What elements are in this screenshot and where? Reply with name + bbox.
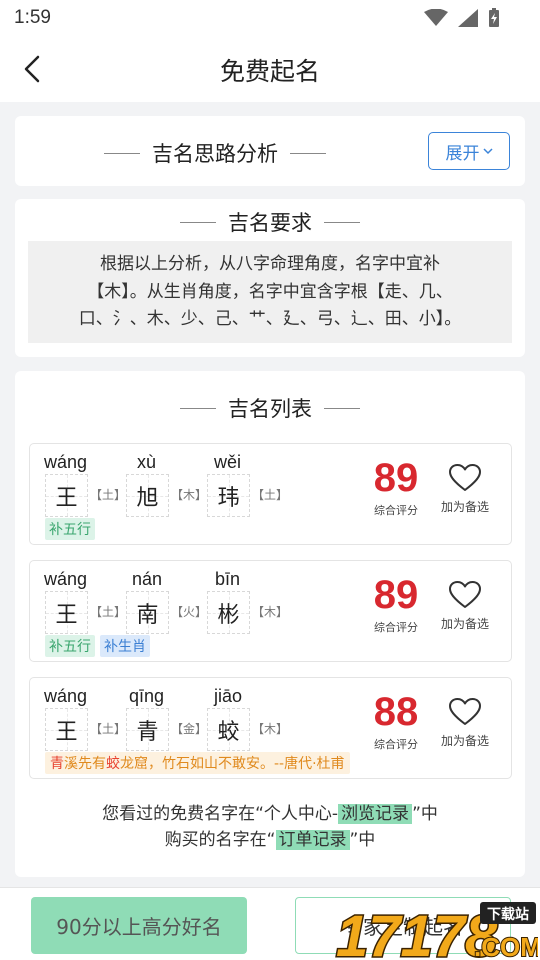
browse-record-link[interactable]: 浏览记录 (338, 804, 413, 824)
name-char: 王 (45, 474, 88, 517)
divider (104, 152, 140, 154)
name-char: 彬 (207, 591, 250, 634)
poem-highlight: 蛟 (106, 756, 120, 772)
name-char: 旭 (126, 474, 169, 517)
score: 89 (373, 573, 419, 617)
requirement-text: 根据以上分析，从八字命理角度，名字中宜补 【木】。从生肖角度，名字中宜含字根【走… (28, 241, 512, 343)
score-label: 综合评分 (374, 621, 418, 634)
poem-text: 龙窟，竹石如山不敢安。--唐代·杜甫 (120, 756, 345, 772)
score-label: 综合评分 (374, 738, 418, 751)
heart-icon (449, 464, 481, 491)
name-char: 南 (126, 591, 169, 634)
poem-text: 溪先有 (64, 756, 106, 772)
score-label: 综合评分 (374, 504, 418, 517)
score: 89 (373, 456, 419, 500)
order-record-link[interactable]: 订单记录 (275, 830, 350, 850)
divider (180, 221, 216, 223)
analysis-header: 吉名思路分析 (15, 138, 415, 168)
poem-highlight: 青 (50, 756, 64, 772)
pinyin: qīng (129, 686, 165, 706)
tag: 补生肖 (100, 635, 150, 657)
pinyin: jiāo (214, 686, 243, 706)
tag: 补五行 (45, 518, 95, 540)
pinyin: wěi (214, 452, 242, 472)
analysis-title: 吉名思路分析 (152, 142, 278, 166)
notice-text: 您看过的免费名字在“个人中心- (102, 804, 339, 824)
order-record-notice: 购买的名字在“ 订单记录 ”中 (15, 825, 525, 850)
high-score-names-button[interactable]: 90分以上高分好名 (31, 897, 247, 954)
tag: 补五行 (45, 635, 95, 657)
requirement-header: 吉名要求 (15, 207, 525, 237)
five-element: 【土】 (90, 488, 127, 502)
five-element: 【木】 (252, 605, 289, 619)
pinyin: nán (132, 569, 163, 589)
divider (290, 152, 326, 154)
browse-record-notice: 您看过的免费名字在“个人中心- 浏览记录 ”中 (15, 799, 525, 824)
fav-label: 加为备选 (440, 734, 489, 748)
name-char: 王 (45, 708, 88, 751)
notice-text: ”中 (412, 804, 438, 824)
tag-group: 青溪先有蛟龙窟，竹石如山不敢安。--唐代·杜甫 (45, 752, 350, 774)
expand-button[interactable]: 展开 (428, 132, 510, 170)
signal-icon (458, 9, 478, 27)
five-element: 【土】 (90, 605, 127, 619)
requirement-title: 吉名要求 (228, 211, 312, 235)
five-element: 【土】 (90, 722, 127, 736)
name-char: 王 (45, 591, 88, 634)
battery-icon (489, 8, 499, 27)
fav-label: 加为备选 (440, 617, 489, 631)
name-item[interactable]: wáng qīng jiāo 王 【土】 青 【金】 蛟 【木】 青溪先有蛟龙窟… (29, 677, 512, 779)
add-favorite-button[interactable]: 加为备选 (435, 464, 495, 515)
name-char: 玮 (207, 474, 250, 517)
expand-label: 展开 (445, 143, 480, 164)
five-element: 【木】 (171, 488, 208, 502)
watermark-badge: 下载站 (487, 906, 529, 923)
pinyin: bīn (215, 569, 241, 589)
pinyin: xù (137, 452, 157, 472)
requirement-line: 根据以上分析，从八字命理角度，名字中宜补 (100, 254, 440, 274)
pinyin: wáng (44, 452, 88, 472)
analysis-card: 吉名思路分析 展开 (15, 116, 525, 186)
five-element: 【土】 (252, 488, 289, 502)
pinyin: wáng (44, 569, 88, 589)
name-char: 蛟 (207, 708, 250, 751)
tag-group: 补五行 (45, 518, 95, 540)
requirement-card: 吉名要求 根据以上分析，从八字命理角度，名字中宜补 【木】。从生肖角度，名字中宜… (15, 199, 525, 357)
wifi-icon (424, 9, 448, 26)
heart-icon (449, 581, 481, 608)
requirement-line: 【木】。从生肖角度，名字中宜含字根【走、几、 (87, 281, 453, 302)
watermark-domain: .COM (474, 932, 538, 960)
add-favorite-button[interactable]: 加为备选 (435, 698, 495, 749)
notice-text: ”中 (349, 830, 376, 850)
chevron-down-icon (482, 148, 493, 155)
name-item[interactable]: wáng xù wěi 王 【土】 旭 【木】 玮 【土】 补五行 89 综合评… (29, 443, 512, 545)
fav-label: 加为备选 (440, 500, 489, 514)
status-time: 1:59 (14, 7, 51, 28)
add-favorite-button[interactable]: 加为备选 (435, 581, 495, 632)
name-list-title: 吉名列表 (228, 397, 312, 421)
divider (180, 407, 216, 409)
nav-bar: 免费起名 (0, 36, 540, 102)
name-char: 青 (126, 708, 169, 751)
status-icons (424, 8, 500, 28)
five-element: 【金】 (171, 722, 208, 736)
name-list-card: 吉名列表 wáng xù wěi 王 【土】 旭 【木】 玮 【土】 补五行 8… (15, 371, 525, 877)
divider (324, 221, 360, 223)
poem-tag: 青溪先有蛟龙窟，竹石如山不敢安。--唐代·杜甫 (45, 752, 350, 774)
tag-group: 补五行 补生肖 (45, 635, 150, 657)
site-watermark-logo: 17178 下载站 .COM (335, 902, 538, 960)
requirement-line: 口、氵、木、少、己、艹、廴、弓、辶、田、小】。 (78, 309, 462, 329)
name-item[interactable]: wáng nán bīn 王 【土】 南 【火】 彬 【木】 补五行 补生肖 8… (29, 560, 512, 662)
score: 88 (373, 690, 419, 734)
notice-text: 购买的名字在“ (164, 830, 276, 850)
status-bar: 1:59 (0, 0, 540, 36)
pinyin: wáng (44, 686, 88, 706)
name-list-header: 吉名列表 (15, 393, 525, 423)
bottom-bar: 90分以上高分好名 专家定制起名 17178 下载站 .COM (0, 887, 540, 960)
heart-icon (449, 698, 481, 725)
five-element: 【木】 (252, 722, 289, 736)
five-element: 【火】 (171, 605, 208, 619)
divider (324, 407, 360, 409)
page-title: 免费起名 (219, 57, 320, 86)
